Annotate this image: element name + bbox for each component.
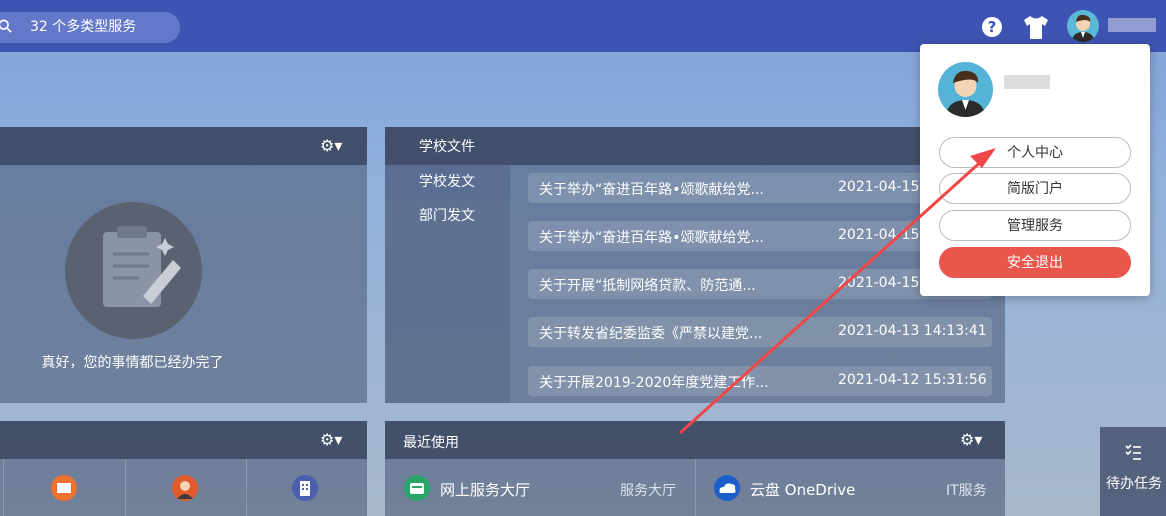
task-list-icon — [1125, 444, 1141, 460]
service-hall-icon[interactable] — [404, 475, 430, 501]
app-screen-icon[interactable] — [51, 475, 77, 501]
panel-header — [0, 127, 367, 165]
manage-services-button[interactable]: 管理服务 — [939, 210, 1131, 241]
recent-app-name[interactable]: 云盘 OneDrive — [750, 479, 855, 500]
simple-portal-button[interactable]: 简版门户 — [939, 173, 1131, 204]
tab-school-issued[interactable]: 学校发文 — [385, 165, 510, 199]
doc-row[interactable]: 关于转发省纪委监委《严禁以建党... 2021-04-13 14:13:41 — [528, 317, 992, 347]
onedrive-cloud-icon[interactable] — [714, 475, 740, 501]
school-docs-tabs: 学校发文 部门发文 — [385, 165, 510, 403]
doc-date: 2021-04-12 15:31:56 — [838, 372, 987, 388]
settings-gear-icon[interactable]: ⚙▾ — [320, 430, 342, 449]
settings-gear-icon[interactable]: ⚙▾ — [960, 430, 982, 449]
todo-side-tab[interactable]: 待办任务 — [1100, 427, 1166, 516]
panel-header — [0, 421, 367, 459]
doc-title: 关于开展2019-2020年度党建工作... — [539, 375, 769, 391]
doc-title: 关于举办“奋进百年路•颂歌献给党... — [539, 230, 764, 246]
recent-title: 最近使用 — [403, 435, 459, 451]
recent-app-category: IT服务 — [946, 483, 987, 499]
doc-date: 2021-04-13 14:13:41 — [838, 323, 987, 339]
help-icon[interactable]: ? — [982, 17, 1002, 37]
profile-center-button[interactable]: 个人中心 — [939, 137, 1131, 168]
todo-tab-label: 待办任务 — [1106, 476, 1162, 492]
app-building-icon[interactable] — [292, 475, 318, 501]
search-box[interactable]: 32 个多类型服务 — [0, 12, 180, 43]
doc-date: 2021-04-15 0 — [838, 275, 933, 291]
recent-app-name[interactable]: 网上服务大厅 — [440, 479, 530, 500]
search-placeholder: 32 个多类型服务 — [30, 19, 137, 35]
panel-header — [385, 421, 1005, 459]
dropdown-user-name-blurred — [1004, 75, 1050, 89]
school-docs-title: 学校文件 — [419, 139, 475, 155]
search-icon — [0, 19, 12, 33]
app-person-icon[interactable] — [172, 475, 198, 501]
doc-title: 关于开展“抵制网络贷款、防范通... — [539, 278, 756, 294]
recent-app-category: 服务大厅 — [620, 483, 676, 499]
todo-empty-message: 真好，您的事情都已经办完了 — [41, 355, 224, 371]
apps-panel: ⚙▾ — [0, 421, 367, 516]
divider — [246, 459, 247, 516]
user-avatar[interactable] — [1067, 10, 1099, 42]
tab-department-issued[interactable]: 部门发文 — [385, 199, 510, 233]
panel-header — [385, 127, 1005, 165]
divider — [3, 459, 4, 516]
doc-title: 关于转发省纪委监委《严禁以建党... — [539, 326, 763, 342]
settings-gear-icon[interactable]: ⚙▾ — [320, 136, 342, 155]
divider — [695, 459, 696, 516]
doc-date: 2021-04-15 1 — [838, 179, 933, 195]
doc-row[interactable]: 关于开展2019-2020年度党建工作... 2021-04-12 15:31:5… — [528, 366, 992, 396]
divider — [125, 459, 126, 516]
logout-button[interactable]: 安全退出 — [939, 247, 1131, 278]
skin-shirt-icon[interactable] — [1022, 14, 1050, 40]
clipboard-illustration-icon — [65, 202, 202, 339]
user-name-blurred — [1108, 18, 1156, 32]
doc-title: 关于举办“奋进百年路•颂歌献给党... — [539, 182, 764, 198]
doc-date: 2021-04-15 — [838, 227, 920, 243]
dropdown-avatar — [938, 62, 993, 117]
